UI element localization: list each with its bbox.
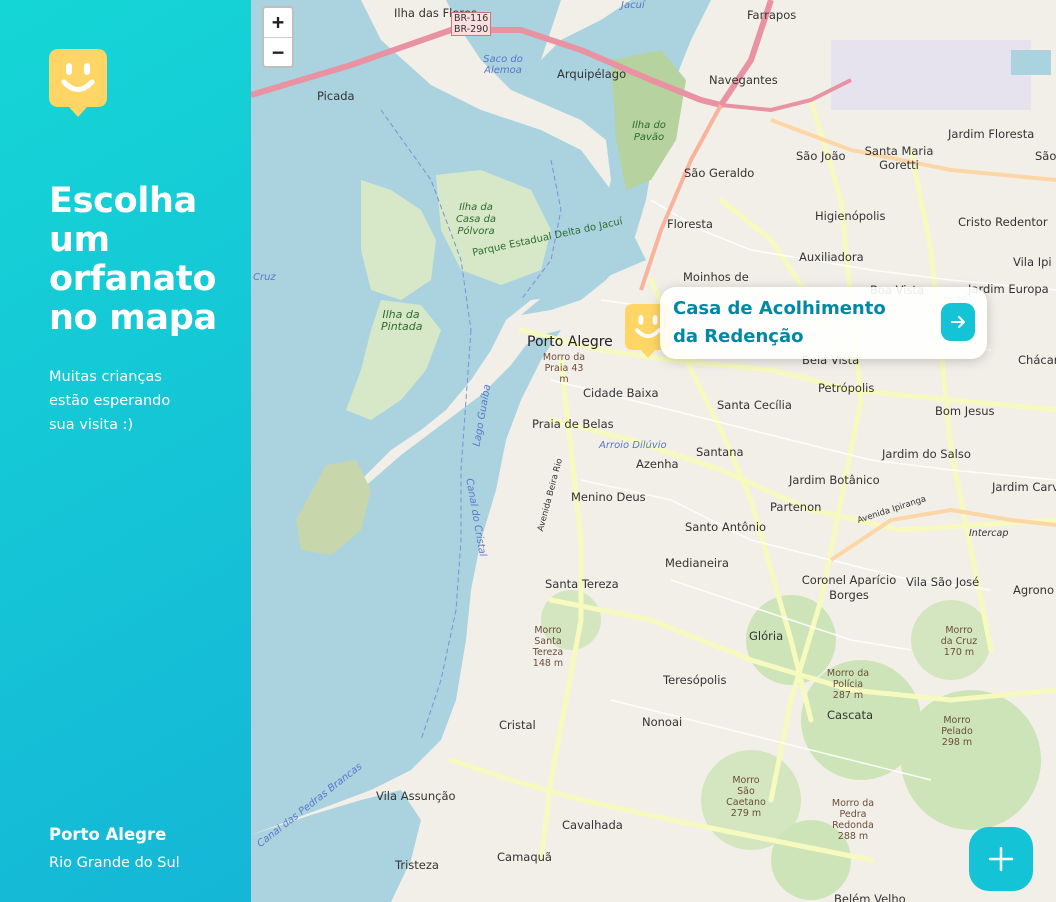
map-label: Auxiliadora [799,250,864,264]
map-label: Morro da Pedra Redonda 288 m [831,798,875,842]
map-label: Santana [696,445,744,459]
map-label: Saco do Alemoa [483,54,523,76]
arrow-right-icon [951,316,965,328]
map-label: Morro São Caetano 279 m [726,775,766,819]
map-label: Teresópolis [663,673,727,687]
map-label: Santo Antônio [685,520,767,534]
map-label: Tristeza [395,858,439,872]
map-label: Medianeira [665,556,729,570]
map-label: Azenha [636,457,679,471]
map-label: Cavalhada [562,818,623,832]
map-label: Jardim Floresta [948,127,1035,141]
location-city: Porto Alegre [49,825,167,844]
plus-icon [988,846,1014,872]
map-label: Menino Deus [571,490,646,504]
page-title: Escolha um orfanato no mapa [49,181,217,338]
map-label: Morro da Polícia 287 m [826,668,870,701]
map[interactable]: Ilha das Flores BR-116 BR-290 Farrapos Ja… [251,0,1056,902]
map-label: Chácara das Pedras [1018,353,1056,367]
map-label: Morro da Praia 43 m [542,352,586,385]
smiley-pin-icon [49,49,107,117]
map-label: Vila São José [906,575,980,589]
map-label: Arroio Dilúvio [599,440,667,451]
map-label: Floresta [667,217,713,231]
map-label: São [1035,149,1056,163]
map-label: Morro da Cruz 170 m [940,625,978,658]
map-label: Partenon [770,500,822,514]
map-label: Navegantes [709,73,778,87]
highway-badge: BR-116 BR-290 [451,12,492,36]
popup-title: Casa de Acolhimento da Redenção [673,298,886,347]
map-label: Coronel Aparício Borges [801,573,897,602]
map-label: Arquipélago [557,67,627,81]
zoom-out-button[interactable]: − [264,37,292,66]
map-label: Santa Cecília [717,398,792,412]
map-label: Jardim do Salso [882,447,971,461]
map-label: Ilha da Casa da Pólvora [455,202,497,237]
map-label: Jardim Botânico [789,473,880,487]
location-state: Rio Grande do Sul [49,855,180,871]
map-label: Santa Maria Goretti [864,144,934,172]
zoom-in-button[interactable]: + [264,8,292,37]
map-label: Belém Velho [834,892,906,902]
map-label: Higienópolis [815,209,886,223]
map-label: Intercap [969,528,1009,539]
map-label: Morro Santa Tereza 148 m [532,625,564,669]
map-label: Jardim Carv [992,480,1056,494]
map-label: Porto Alegre [527,334,613,350]
zoom-control: + − [262,6,294,68]
map-label: Cristo Redentor [958,215,1048,229]
page-subtitle: Muitas crianças estão esperando sua visi… [49,369,171,433]
sidebar: Escolha um orfanato no mapa Muitas crian… [0,0,251,902]
map-label: Cristal [499,718,536,732]
map-label: Ilha da Pintada [381,308,423,333]
map-label: Nonoai [642,715,683,729]
open-orphanage-button[interactable] [941,303,975,341]
add-orphanage-button[interactable] [969,827,1033,891]
map-label: Camaquã [497,850,552,864]
map-label: Vila Assunção [376,789,456,803]
map-label: Picada [317,89,355,103]
map-label: Praia de Belas [532,417,614,431]
map-label: Cruz [253,272,276,283]
map-label: São Geraldo [684,166,755,180]
map-label: Cidade Baixa [583,386,659,400]
map-label: Vila Ipi [1013,255,1052,269]
map-label: Jacuí [621,0,645,11]
map-label: Bom Jesus [935,404,995,418]
map-label: Ilha do Pavão [632,120,666,143]
map-label: Petrópolis [818,381,875,395]
map-label: São João [796,149,846,163]
map-label: Glória [749,629,784,643]
map-label: Agrono [1013,583,1055,597]
map-label: Farrapos [747,8,797,22]
map-label: Santa Tereza [545,577,619,591]
map-label: Moinhos de [683,270,749,284]
map-label: Morro Pelado 298 m [941,715,973,748]
map-label: Cascata [827,708,873,722]
marker-popup: Casa de Acolhimento da Redenção [660,287,987,359]
